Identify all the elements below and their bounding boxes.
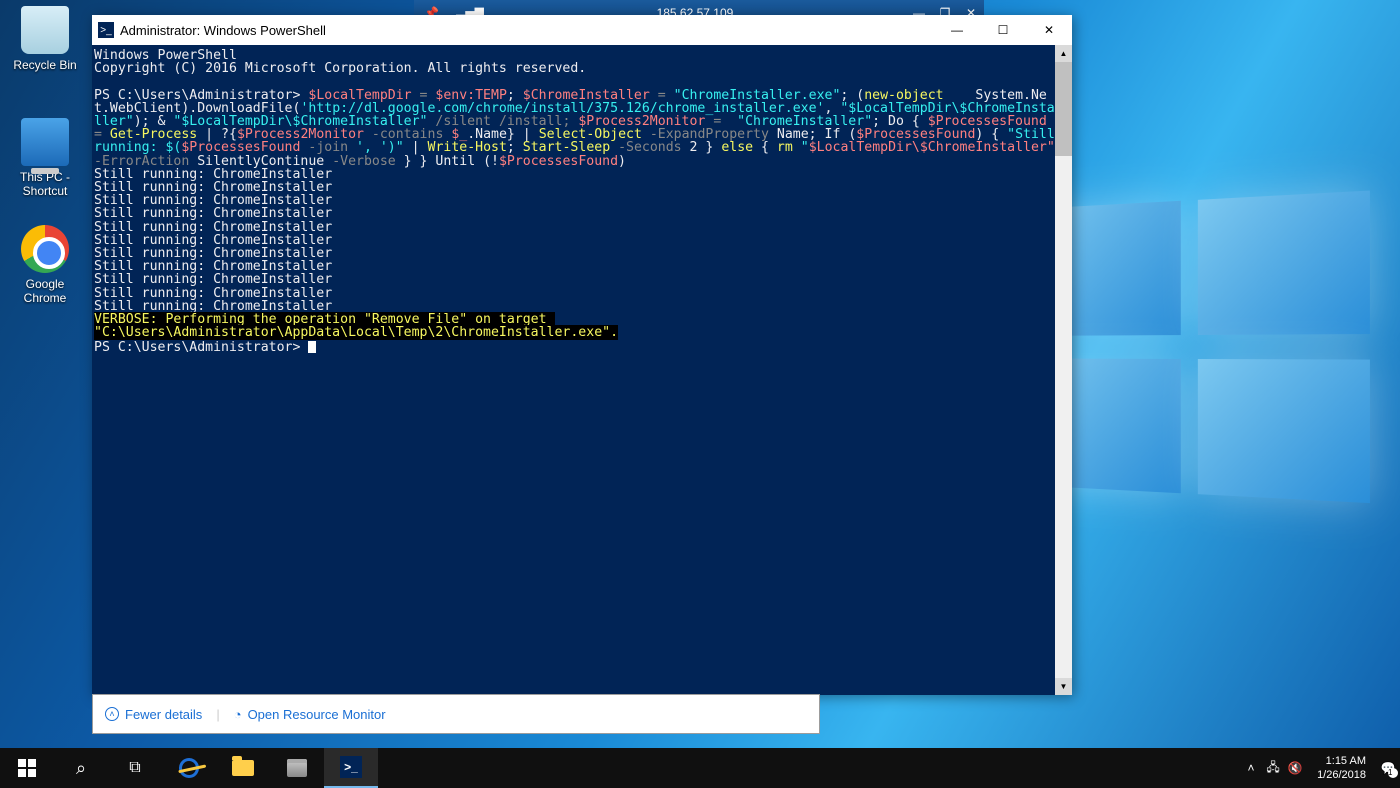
this-pc-icon [21, 118, 69, 166]
resource-monitor-icon: ◔ [234, 707, 242, 722]
ie-icon [177, 756, 201, 780]
network-icon[interactable]: 🖧 [1265, 760, 1281, 776]
server-manager-icon [287, 759, 307, 777]
desktop-icon-google-chrome[interactable]: Google Chrome [8, 225, 82, 305]
task-view-icon: ⧉ [129, 759, 140, 777]
powershell-titlebar[interactable]: >_ Administrator: Windows PowerShell — ☐… [92, 15, 1072, 45]
minimize-button[interactable]: — [934, 15, 980, 45]
taskbar: ⌕ ⧉ >_ ˄ 🖧 🔇 1:15 AM 1/26/2018 💬1 [0, 748, 1400, 788]
powershell-icon: >_ [340, 756, 362, 778]
clock-time: 1:15 AM [1317, 754, 1366, 768]
powershell-icon: >_ [98, 22, 114, 38]
search-button[interactable]: ⌕ [54, 748, 108, 788]
search-icon: ⌕ [76, 758, 86, 779]
taskbar-server-manager[interactable] [270, 748, 324, 788]
desktop-icon-label: Recycle Bin [8, 58, 82, 72]
tray-chevron-up-icon[interactable]: ˄ [1243, 760, 1259, 776]
taskbar-file-explorer[interactable] [216, 748, 270, 788]
maximize-button[interactable]: ☐ [980, 15, 1026, 45]
system-tray: ˄ 🖧 🔇 1:15 AM 1/26/2018 💬1 [1243, 748, 1400, 788]
chevron-up-icon: ˄ [105, 707, 119, 721]
scroll-up-button[interactable]: ▲ [1055, 45, 1072, 62]
clock-date: 1/26/2018 [1317, 768, 1366, 782]
powershell-console[interactable]: Windows PowerShell Copyright (C) 2016 Mi… [92, 45, 1055, 695]
clock[interactable]: 1:15 AM 1/26/2018 [1309, 754, 1374, 782]
desktop-icon-recycle-bin[interactable]: Recycle Bin [8, 6, 82, 72]
taskbar-internet-explorer[interactable] [162, 748, 216, 788]
fewer-details-link[interactable]: ˄ Fewer details [105, 707, 202, 722]
start-button[interactable] [0, 748, 54, 788]
action-center-icon[interactable]: 💬1 [1380, 760, 1396, 776]
desktop-icon-this-pc[interactable]: This PC - Shortcut [8, 118, 82, 198]
folder-icon [232, 760, 254, 776]
scroll-thumb[interactable] [1055, 62, 1072, 156]
open-resource-monitor-link[interactable]: ◔ Open Resource Monitor [234, 707, 386, 722]
desktop-icon-label: Google Chrome [8, 277, 82, 305]
taskbar-powershell[interactable]: >_ [324, 748, 378, 788]
close-button[interactable]: ✕ [1026, 15, 1072, 45]
cursor [308, 341, 316, 353]
task-manager-footer: ˄ Fewer details | ◔ Open Resource Monito… [92, 694, 820, 734]
desktop-icon-label: This PC - Shortcut [8, 170, 82, 198]
wallpaper-windows-logo [1030, 190, 1383, 510]
scroll-down-button[interactable]: ▼ [1055, 678, 1072, 695]
task-view-button[interactable]: ⧉ [108, 748, 162, 788]
chrome-icon [21, 225, 69, 273]
recycle-bin-icon [21, 6, 69, 54]
powershell-title: Administrator: Windows PowerShell [120, 23, 934, 38]
scrollbar[interactable]: ▲ ▼ [1055, 45, 1072, 695]
powershell-window: >_ Administrator: Windows PowerShell — ☐… [92, 15, 1072, 695]
volume-muted-icon[interactable]: 🔇 [1287, 760, 1303, 776]
